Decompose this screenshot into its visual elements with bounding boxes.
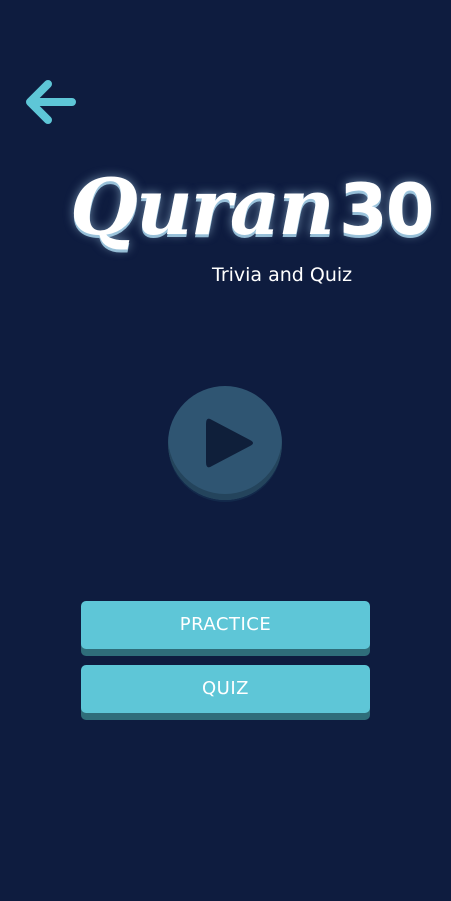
logo-subtitle: Trivia and Quiz: [212, 264, 353, 286]
back-button[interactable]: [22, 76, 78, 130]
app-logo: Quran30 Trivia and Quiz: [70, 140, 434, 300]
logo-title: Quran30: [70, 140, 434, 275]
arrow-left-icon: [26, 80, 76, 124]
play-button[interactable]: [168, 386, 282, 500]
practice-button[interactable]: PRACTICE: [81, 601, 370, 649]
play-icon: [206, 418, 253, 468]
quiz-button[interactable]: QUIZ: [81, 665, 370, 713]
logo-title-word: Quran: [70, 162, 335, 253]
logo-title-number: 30: [339, 169, 434, 251]
